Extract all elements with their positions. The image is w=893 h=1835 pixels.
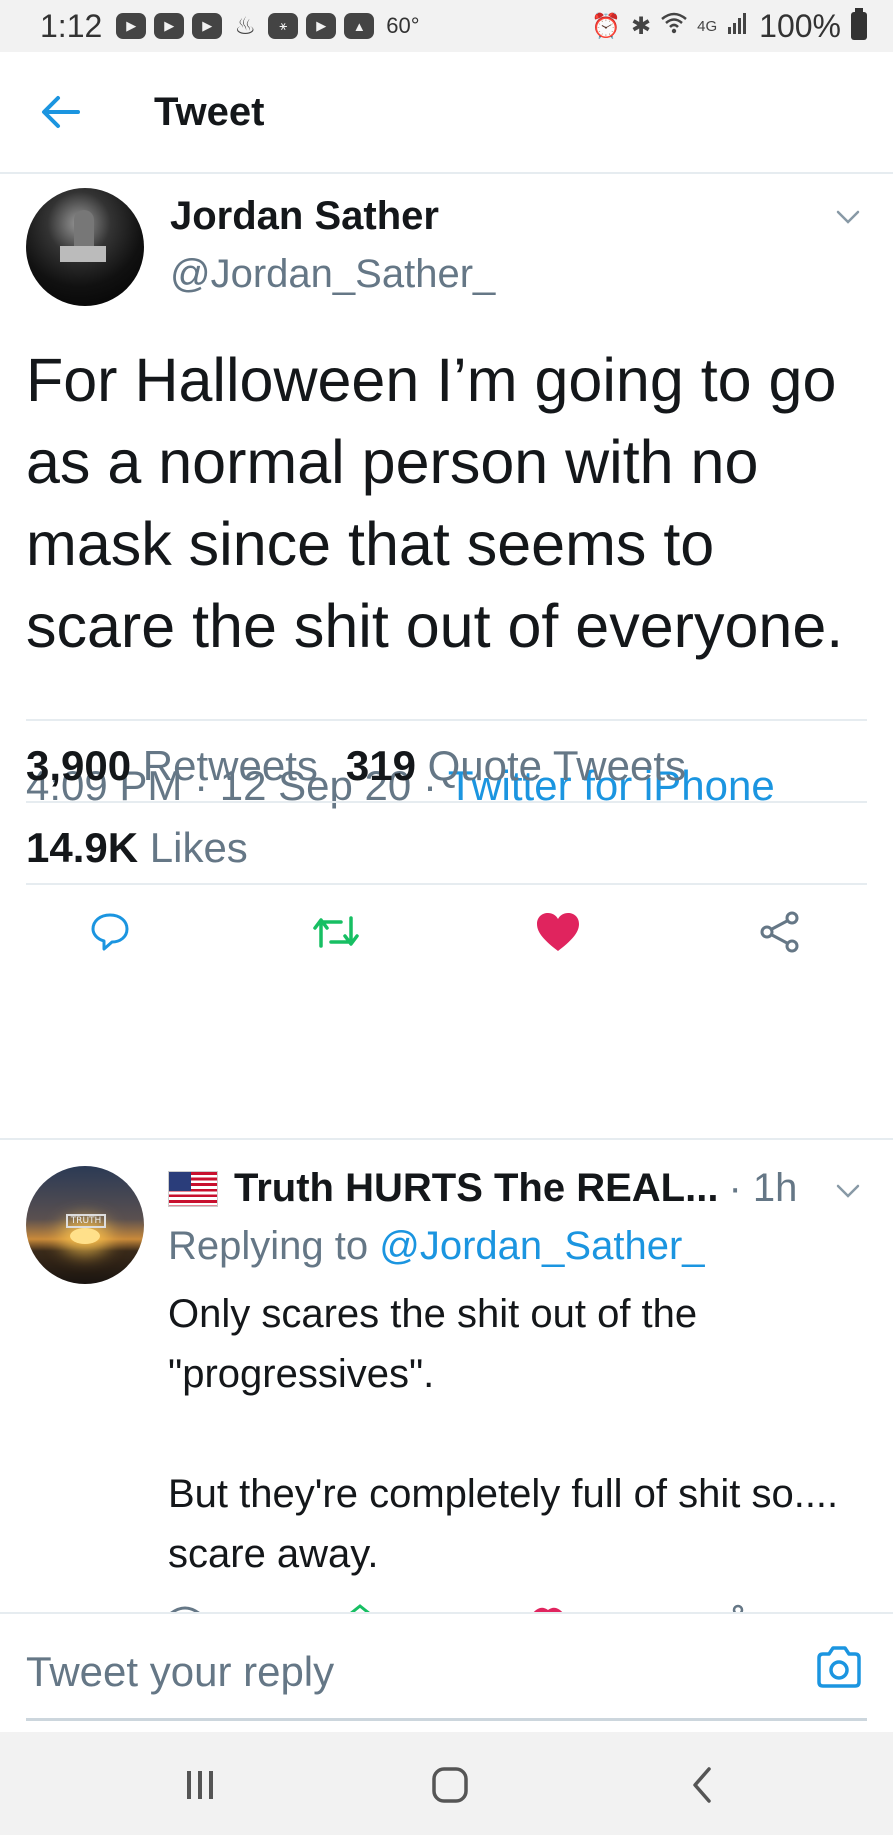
network-type: 4G xyxy=(697,17,718,35)
reply-tweet[interactable]: TRUTH Truth HURTS The REAL... · 1h Reply… xyxy=(0,1140,893,1612)
battery-icon xyxy=(851,8,867,40)
signal-icon xyxy=(727,11,749,42)
top-app-bar: Tweet xyxy=(0,52,893,174)
us-flag-icon xyxy=(168,1170,218,1207)
replying-to-label: Replying to xyxy=(168,1224,369,1268)
reply-menu-button[interactable] xyxy=(833,1176,863,1206)
alarm-icon: ⏰ xyxy=(591,12,622,40)
reply-button[interactable] xyxy=(80,902,140,962)
quote-tweets-stat[interactable]: 319 Quote Tweets xyxy=(346,742,686,789)
author-handle[interactable]: @Jordan_Sather_ xyxy=(170,252,495,297)
reply-input[interactable] xyxy=(26,1640,786,1704)
avatar-sign-text: TRUTH xyxy=(66,1214,106,1228)
reply-author-name[interactable]: Truth HURTS The REAL... xyxy=(234,1166,718,1211)
youtube-icon: ▶ xyxy=(154,13,185,39)
chevron-left-icon xyxy=(693,1767,711,1803)
home-icon xyxy=(432,1767,468,1803)
share-icon xyxy=(760,911,799,953)
heart-icon xyxy=(537,913,579,951)
youtube-icon: ▶ xyxy=(306,13,337,39)
battery-percent: 100% xyxy=(759,7,841,44)
author-avatar[interactable] xyxy=(26,188,144,306)
reply-composer xyxy=(0,1612,893,1732)
tweet-text: For Halloween I’m going to go as a norma… xyxy=(26,346,844,660)
likes-stats-row: 14.9K Likes xyxy=(26,824,248,872)
quote-label: Quote Tweets xyxy=(427,742,686,789)
retweets-stat[interactable]: 3,900 Retweets xyxy=(26,742,318,789)
status-bar: 1:12 ▶ ▶ ▶ ♨ ⚹ ▶ ▲ 60° ⏰ ✱ 4G 100% xyxy=(0,0,893,52)
youtube-icon: ▶ xyxy=(192,13,223,39)
retweet-icon xyxy=(313,916,359,948)
back-arrow-icon xyxy=(42,96,80,128)
author-name[interactable]: Jordan Sather xyxy=(170,194,439,239)
reply-author-avatar[interactable]: TRUTH xyxy=(26,1166,144,1284)
bluetooth-icon: ✱ xyxy=(631,12,652,40)
status-time: 1:12 xyxy=(40,7,103,44)
tweet-menu-button[interactable] xyxy=(833,202,863,232)
chevron-down-icon xyxy=(836,1184,860,1198)
retweets-count: 3,900 xyxy=(26,742,132,789)
likes-label: Likes xyxy=(149,824,248,871)
divider xyxy=(26,801,867,803)
likes-count: 14.9K xyxy=(26,824,139,871)
temperature: 60° xyxy=(386,13,420,38)
tweet-actions-bar xyxy=(0,882,893,982)
gallery-icon: ▲ xyxy=(344,13,375,39)
replying-to-line: Replying to @Jordan_Sather_ xyxy=(168,1224,705,1269)
reply-icon xyxy=(91,913,129,951)
system-icons: ⏰ ✱ 4G 100% xyxy=(591,8,867,45)
chevron-down-icon xyxy=(836,210,860,224)
back-button[interactable] xyxy=(28,80,92,144)
system-back-button[interactable] xyxy=(672,1760,732,1810)
home-button[interactable] xyxy=(420,1760,480,1810)
reply-header: Truth HURTS The REAL... · 1h xyxy=(168,1166,868,1211)
likes-stat[interactable]: 14.9K Likes xyxy=(26,824,248,871)
reply-text: Only scares the shit out of the "progres… xyxy=(168,1292,839,1576)
recent-apps-button[interactable] xyxy=(170,1760,230,1810)
quote-count: 319 xyxy=(345,742,416,789)
divider xyxy=(26,719,867,721)
camera-icon xyxy=(817,1646,861,1688)
share-button[interactable] xyxy=(750,902,810,962)
retweet-stats-row: 3,900 Retweets 319 Quote Tweets xyxy=(26,742,686,790)
wifi-icon xyxy=(661,12,687,41)
reply-actions-bar xyxy=(0,1600,893,1612)
page-title: Tweet xyxy=(154,89,265,134)
replying-to-mention[interactable]: @Jordan_Sather_ xyxy=(379,1224,704,1268)
app-icon: ⚹ xyxy=(268,13,299,39)
reply-time: · 1h xyxy=(728,1166,798,1210)
retweets-label: Retweets xyxy=(142,742,318,789)
system-navigation-bar xyxy=(0,1732,893,1835)
notification-icons: ▶ ▶ ▶ ♨ ⚹ ▶ ▲ 60° xyxy=(116,12,420,41)
like-button[interactable] xyxy=(528,902,588,962)
youtube-icon: ▶ xyxy=(116,13,147,39)
camera-button[interactable] xyxy=(813,1642,865,1694)
app-icon: ♨ xyxy=(234,12,257,40)
retweet-button[interactable] xyxy=(306,902,366,962)
recent-apps-icon xyxy=(187,1771,213,1799)
input-underline xyxy=(26,1718,867,1721)
